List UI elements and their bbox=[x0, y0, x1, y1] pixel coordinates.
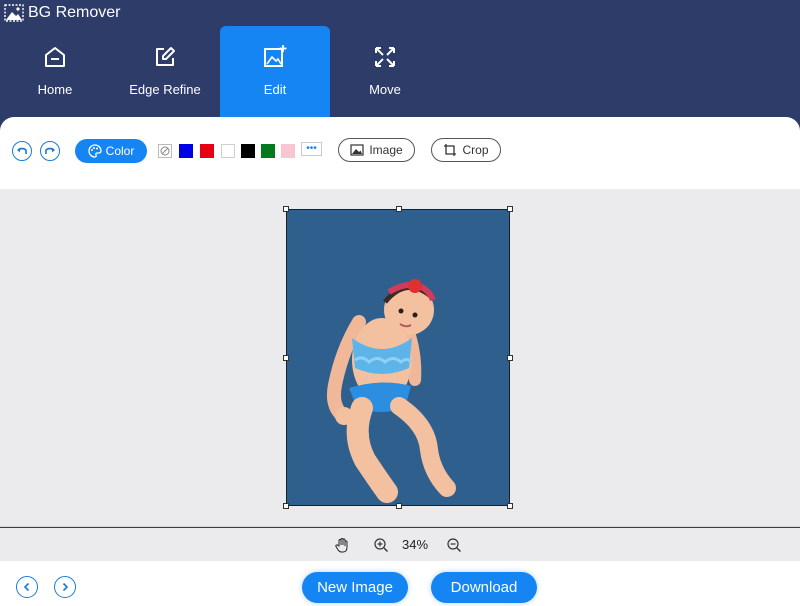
zoom-level: 34% bbox=[402, 537, 429, 552]
swatch-green[interactable] bbox=[261, 144, 275, 158]
palette-icon bbox=[88, 144, 102, 158]
new-image-button[interactable]: New Image bbox=[302, 572, 408, 603]
top-bar: BG Remover Home Edge Refine Edit Move bbox=[0, 0, 800, 117]
resize-handle-left[interactable] bbox=[283, 355, 289, 361]
new-image-button-label: New Image bbox=[317, 579, 393, 596]
tab-edge-refine-label: Edge Refine bbox=[129, 82, 201, 97]
resize-handle-right[interactable] bbox=[507, 355, 513, 361]
image-button[interactable]: Image bbox=[338, 138, 415, 162]
subject-photo bbox=[326, 279, 456, 503]
swatch-red[interactable] bbox=[200, 144, 214, 158]
main-tabs: Home Edge Refine Edit Move bbox=[0, 26, 440, 117]
landscape-logo-icon bbox=[4, 4, 24, 22]
tab-move-label: Move bbox=[369, 82, 401, 97]
crop-icon bbox=[444, 144, 457, 156]
crop-button[interactable]: Crop bbox=[431, 138, 501, 162]
resize-handle-bottom-left[interactable] bbox=[283, 503, 289, 509]
previous-button[interactable] bbox=[16, 576, 38, 598]
redo-icon bbox=[45, 147, 55, 154]
footer-bar: New Image Download bbox=[0, 561, 800, 606]
edit-toolbar: Color ••• Image Crop bbox=[0, 117, 800, 189]
app-title: BG Remover bbox=[4, 2, 120, 24]
app-title-text: BG Remover bbox=[28, 4, 121, 21]
canvas-area bbox=[0, 189, 800, 527]
chevron-left-icon bbox=[23, 582, 30, 592]
resize-handle-bottom[interactable] bbox=[396, 503, 402, 509]
tab-edit-label: Edit bbox=[263, 82, 287, 97]
download-button-label: Download bbox=[450, 579, 518, 596]
resize-handle-top-right[interactable] bbox=[507, 206, 513, 212]
home-icon bbox=[45, 47, 65, 67]
resize-handle-top[interactable] bbox=[396, 206, 402, 212]
image-icon bbox=[350, 144, 364, 156]
image-plus-icon bbox=[264, 45, 287, 67]
no-color-icon bbox=[160, 146, 170, 156]
resize-handle-bottom-right[interactable] bbox=[507, 503, 513, 509]
hand-pan-icon[interactable] bbox=[334, 537, 350, 553]
redo-button[interactable] bbox=[40, 141, 60, 161]
crop-button-label: Crop bbox=[462, 143, 489, 157]
swatch-transparent[interactable] bbox=[158, 144, 172, 158]
tab-home-label: Home bbox=[37, 82, 73, 97]
zoom-out-icon[interactable] bbox=[446, 537, 462, 553]
tab-edge-refine[interactable]: Edge Refine bbox=[110, 26, 220, 117]
color-button-label: Color bbox=[105, 144, 135, 158]
zoom-in-icon[interactable] bbox=[373, 537, 389, 553]
tab-home[interactable]: Home bbox=[0, 26, 110, 117]
tab-edit[interactable]: Edit bbox=[220, 26, 330, 117]
ellipsis-icon: ••• bbox=[306, 143, 317, 154]
chevron-right-icon bbox=[62, 582, 69, 592]
swatch-white[interactable] bbox=[221, 144, 235, 158]
zoom-bar: 34% bbox=[0, 528, 800, 561]
swatch-black[interactable] bbox=[241, 144, 255, 158]
more-colors-button[interactable]: ••• bbox=[301, 142, 322, 156]
pencil-square-icon bbox=[156, 47, 175, 66]
image-button-label: Image bbox=[369, 143, 403, 157]
swatch-blue[interactable] bbox=[179, 144, 193, 158]
swatch-pink[interactable] bbox=[281, 144, 295, 158]
color-button[interactable]: Color bbox=[75, 139, 147, 163]
undo-button[interactable] bbox=[12, 141, 32, 161]
undo-icon bbox=[17, 147, 27, 154]
next-button[interactable] bbox=[54, 576, 76, 598]
tab-move[interactable]: Move bbox=[330, 26, 440, 117]
download-button[interactable]: Download bbox=[431, 572, 537, 603]
arrows-out-icon bbox=[375, 47, 395, 67]
resize-handle-top-left[interactable] bbox=[283, 206, 289, 212]
edited-image[interactable] bbox=[283, 206, 513, 509]
